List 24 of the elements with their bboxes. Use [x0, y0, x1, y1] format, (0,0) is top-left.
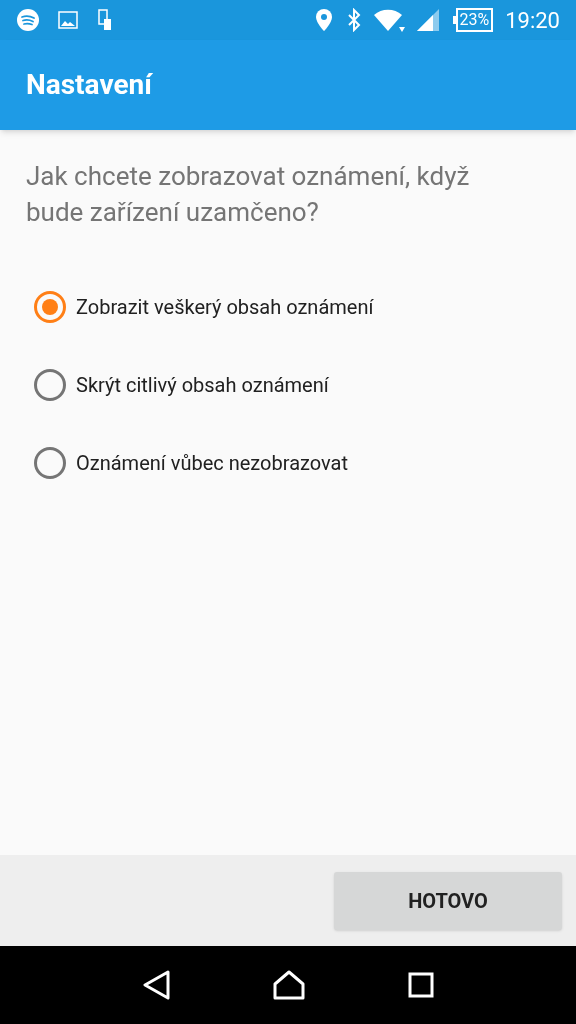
- radio-option[interactable]: Oznámení vůbec nezobrazovat: [26, 424, 550, 502]
- home-icon[interactable]: [273, 970, 305, 1000]
- option-label: Zobrazit veškerý obsah oznámení: [76, 294, 374, 321]
- radio-option[interactable]: Zobrazit veškerý obsah oznámení: [26, 268, 550, 346]
- signal-icon: [416, 9, 441, 31]
- back-icon[interactable]: [141, 970, 170, 1000]
- music-app-icon: [16, 8, 40, 32]
- recent-apps-icon[interactable]: [408, 972, 435, 998]
- bluetooth-icon: [346, 8, 361, 32]
- option-label: Skrýt citlivý obsah oznámení: [76, 372, 329, 399]
- image-icon: [58, 11, 78, 29]
- radio-button[interactable]: [34, 369, 66, 401]
- radio-button[interactable]: [34, 291, 66, 323]
- app-bar-title: Nastavení: [26, 67, 152, 103]
- done-button[interactable]: HOTOVO: [334, 871, 562, 930]
- option-label: Oznámení vůbec nezobrazovat: [76, 450, 348, 477]
- clock: 19:20: [505, 6, 560, 35]
- radio-button[interactable]: [34, 447, 66, 479]
- wifi-icon: [372, 7, 405, 33]
- phone-transfer-icon: [98, 9, 112, 31]
- location-icon: [314, 8, 333, 32]
- battery-level: 23%: [459, 12, 490, 28]
- question-text: Jak chcete zobrazovat oznámení, když bude zařízení uzamčeno?: [26, 160, 471, 229]
- radio-option[interactable]: Skrýt citlivý obsah oznámení: [26, 346, 550, 424]
